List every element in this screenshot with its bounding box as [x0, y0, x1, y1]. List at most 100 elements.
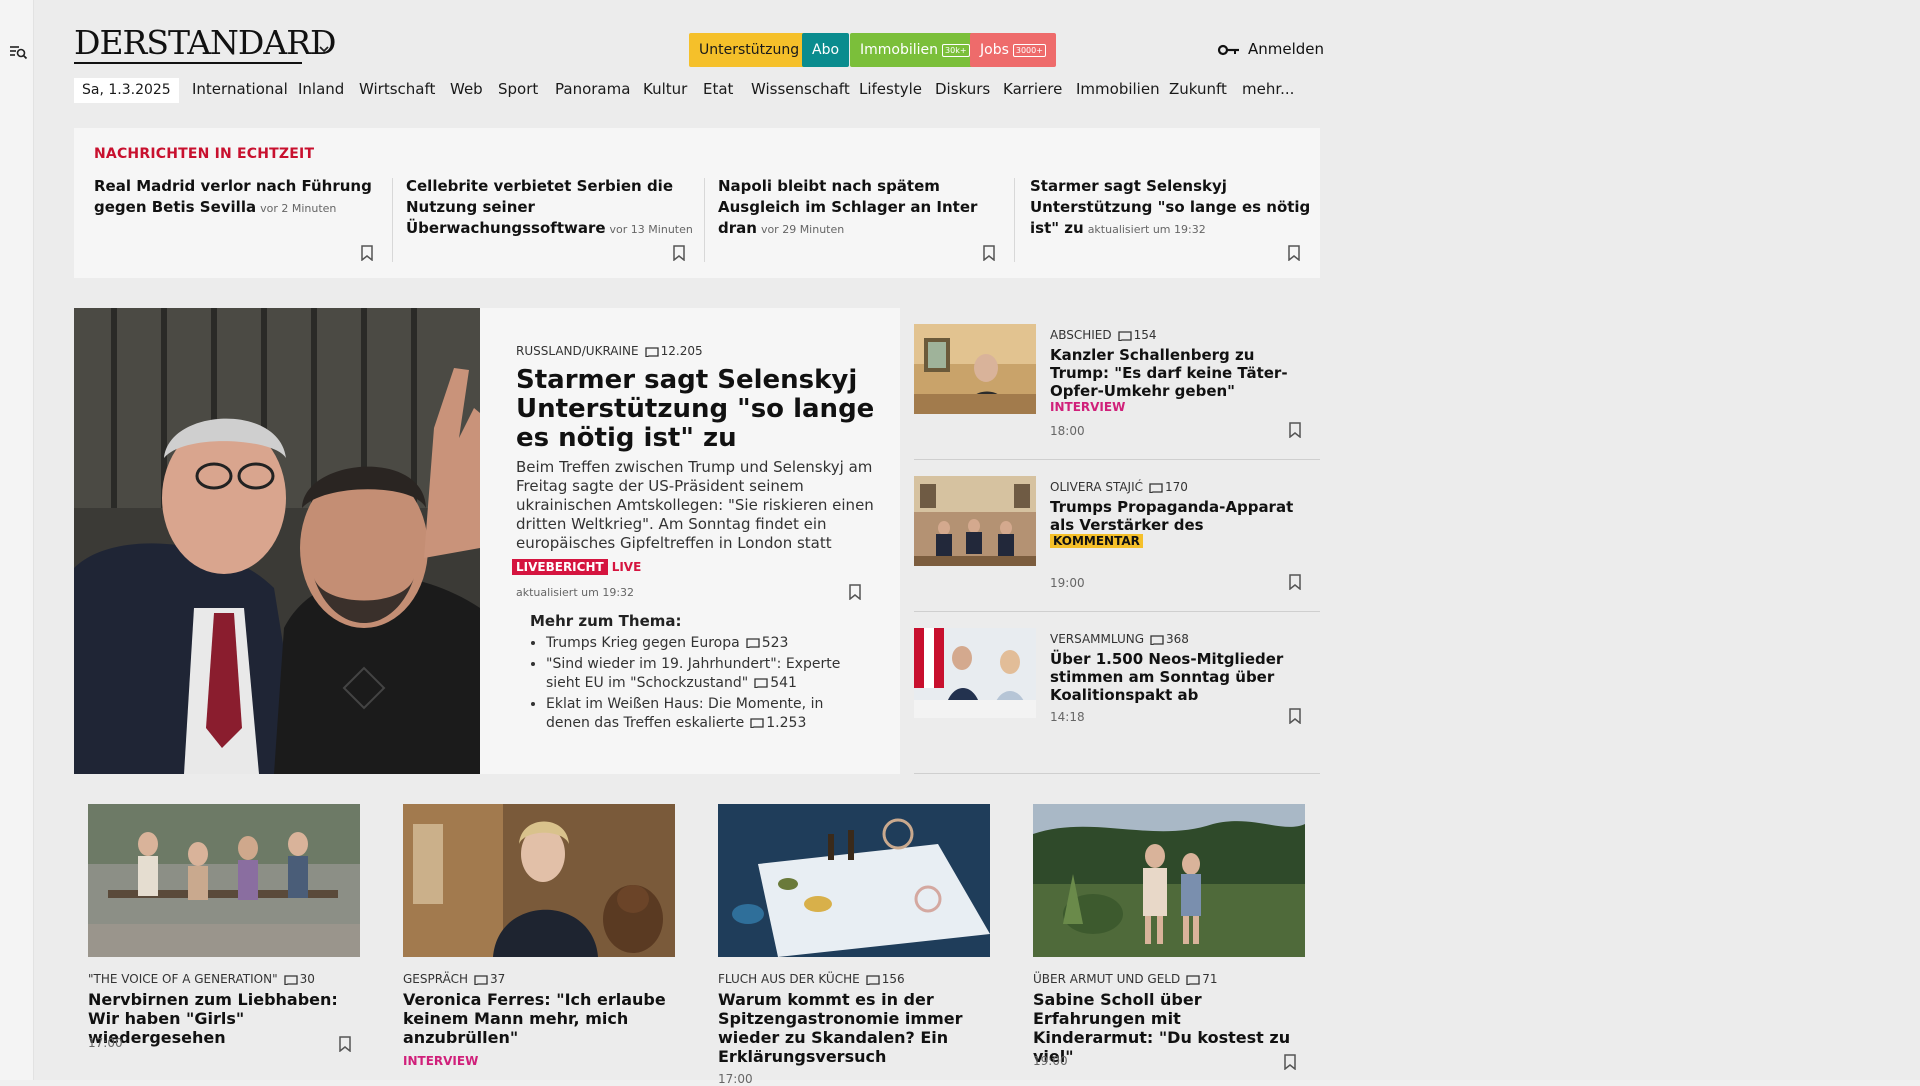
live-badges: LIVEBERICHT LIVE: [512, 559, 642, 575]
nav-wissenschaft[interactable]: Wissenschaft: [751, 80, 850, 98]
key-icon[interactable]: [1217, 42, 1241, 58]
nav-immobilien[interactable]: Immobilien: [1076, 80, 1160, 98]
card-photo-gastronomy[interactable]: [718, 804, 990, 957]
lead-teaser[interactable]: Beim Treffen zwischen Trump und Selensky…: [516, 458, 876, 553]
side-story[interactable]: ABSCHIED 154 Kanzler Schallenberg zu Trum…: [914, 308, 1320, 460]
nav-international[interactable]: International: [192, 80, 288, 98]
page: DERSTANDARD Unterstützung Abo Immobilien…: [34, 0, 1920, 1086]
bookmark-icon[interactable]: [1288, 574, 1302, 590]
left-rail: [0, 0, 34, 1080]
side-story[interactable]: OLIVERA STAJIĆ 170 Trumps Propaganda-Appa…: [914, 460, 1320, 612]
menu-search-icon[interactable]: [8, 42, 28, 62]
comment-icon: [1186, 974, 1200, 985]
comment-icon: [750, 718, 764, 728]
realtime-time: vor 2 Minuten: [260, 202, 337, 215]
subscription-button[interactable]: Abo: [802, 33, 850, 67]
side-story-photo[interactable]: [914, 324, 1036, 414]
card-time: 19:00: [1033, 1054, 1068, 1068]
realtime-item[interactable]: Starmer sagt Selenskyj Unterstützung "so…: [1030, 176, 1320, 240]
nav-sport[interactable]: Sport: [498, 80, 538, 98]
nav-karriere[interactable]: Karriere: [1003, 80, 1062, 98]
card-photo-ferres[interactable]: [403, 804, 675, 957]
comment-icon: [1149, 482, 1163, 493]
divider: [1014, 178, 1015, 262]
lead-story[interactable]: RUSSLAND/UKRAINE 12.205 Starmer sagt Sele…: [74, 308, 900, 774]
card-headline[interactable]: Nervbirnen zum Liebhaben: Wir haben "Gir…: [88, 990, 356, 1047]
card-photo-girls[interactable]: [88, 804, 360, 957]
nav-lifestyle[interactable]: Lifestyle: [859, 80, 922, 98]
lead-updated-time: aktualisiert um 19:32: [516, 586, 635, 599]
bookmark-icon[interactable]: [1288, 708, 1302, 724]
realtime-item[interactable]: Real Madrid verlor nach Führung gegen Be…: [94, 176, 384, 219]
bookmark-icon[interactable]: [848, 584, 862, 600]
teaser-card[interactable]: GESPRÄCH 37 Veronica Ferres: "Ich erlaube…: [403, 804, 675, 1080]
side-story-time: 19:00: [1050, 576, 1085, 590]
bookmark-icon[interactable]: [360, 245, 374, 261]
bookmark-icon[interactable]: [672, 245, 686, 261]
bookmark-icon[interactable]: [1283, 1054, 1297, 1070]
comment-icon: [746, 638, 760, 648]
teaser-card[interactable]: "THE VOICE OF A GENERATION" 30 Nervbirnen…: [88, 804, 360, 1080]
card-time: 17:00: [718, 1072, 753, 1086]
live-label: LIVE: [611, 560, 642, 574]
nav-kultur[interactable]: Kultur: [643, 80, 687, 98]
side-story[interactable]: VERSAMMLUNG 368 Über 1.500 Neos-Mitgliede…: [914, 612, 1320, 774]
jobs-count-badge: 3000+: [1012, 43, 1046, 57]
comment-icon: [644, 346, 659, 357]
bookmark-icon[interactable]: [338, 1036, 352, 1052]
list-item[interactable]: Trumps Krieg gegen Europa523: [546, 634, 870, 653]
chevron-down-icon[interactable]: [318, 43, 330, 55]
nav-wirtschaft[interactable]: Wirtschaft: [359, 80, 435, 98]
bookmark-icon[interactable]: [1287, 245, 1301, 261]
realtime-item[interactable]: Cellebrite verbietet Serbien die Nutzung…: [406, 176, 696, 240]
card-headline[interactable]: Sabine Scholl über Erfahrungen mit Kinde…: [1033, 990, 1301, 1066]
realtime-headline[interactable]: Napoli bleibt nach spätem Ausgleich im S…: [718, 177, 977, 237]
nav-diskurs[interactable]: Diskurs: [935, 80, 990, 98]
bookmark-icon[interactable]: [982, 245, 996, 261]
site-logo[interactable]: DERSTANDARD: [74, 26, 337, 59]
card-time: 17:00: [88, 1036, 123, 1050]
nav-etat[interactable]: Etat: [703, 80, 733, 98]
real-estate-button[interactable]: Immobilien 30k+: [850, 33, 980, 67]
side-story-photo[interactable]: [914, 628, 1036, 718]
nav-panorama[interactable]: Panorama: [555, 80, 630, 98]
card-photo-children[interactable]: [1033, 804, 1305, 957]
lead-comment-count[interactable]: 12.205: [661, 344, 703, 358]
more-on-topic-title: Mehr zum Thema:: [530, 612, 682, 630]
side-story-time: 14:18: [1050, 710, 1085, 724]
comment-icon: [283, 974, 298, 985]
list-item[interactable]: "Sind wieder im 19. Jahrhundert": Expert…: [546, 655, 870, 693]
realtime-item[interactable]: Napoli bleibt nach spätem Ausgleich im S…: [718, 176, 1008, 240]
lead-kicker: RUSSLAND/UKRAINE 12.205: [516, 344, 703, 358]
teaser-card[interactable]: FLUCH AUS DER KÜCHE 156 Warum kommt es in…: [718, 804, 990, 1086]
card-headline[interactable]: Veronica Ferres: "Ich erlaube keinem Man…: [403, 990, 671, 1047]
list-item[interactable]: Eklat im Weißen Haus: Die Momente, in de…: [546, 695, 870, 733]
card-kicker: ÜBER ARMUT UND GELD 71: [1033, 972, 1218, 986]
side-story-headline[interactable]: Kanzler Schallenberg zu Trump: "Es darf …: [1050, 346, 1300, 400]
nav-inland[interactable]: Inland: [298, 80, 344, 98]
support-button[interactable]: Unterstützung: [689, 33, 810, 67]
interview-label: INTERVIEW: [403, 1054, 479, 1068]
bookmark-icon[interactable]: [1288, 422, 1302, 438]
nav-web[interactable]: Web: [450, 80, 483, 98]
side-story-headline[interactable]: Über 1.500 Neos-Mitglieder stimmen am So…: [1050, 650, 1300, 704]
lead-photo-starmer-selenskyj[interactable]: [74, 308, 480, 774]
divider: [704, 178, 705, 262]
side-story-kicker: OLIVERA STAJIĆ 170: [1050, 480, 1188, 494]
comment-icon: [474, 974, 488, 985]
card-kicker: FLUCH AUS DER KÜCHE 156: [718, 972, 905, 986]
card-kicker: GESPRÄCH 37: [403, 972, 506, 986]
jobs-button[interactable]: Jobs 3000+: [970, 33, 1056, 67]
side-story-photo[interactable]: [914, 476, 1036, 566]
login-link[interactable]: Anmelden: [1248, 40, 1324, 58]
comment-icon: [866, 974, 880, 985]
more-on-topic-list: Trumps Krieg gegen Europa523 "Sind wiede…: [530, 634, 870, 735]
teaser-card[interactable]: ÜBER ARMUT UND GELD 71 Sabine Scholl über…: [1033, 804, 1305, 1080]
side-story-kicker: ABSCHIED 154: [1050, 328, 1157, 342]
nav-more[interactable]: mehr...: [1242, 80, 1294, 98]
comment-icon: [1150, 634, 1164, 645]
lead-headline[interactable]: Starmer sagt Selenskyj Unterstützung "so…: [516, 366, 876, 453]
card-headline[interactable]: Warum kommt es in der Spitzengastronomie…: [718, 990, 986, 1066]
nav-zukunft[interactable]: Zukunft: [1169, 80, 1227, 98]
side-story-kicker: VERSAMMLUNG 368: [1050, 632, 1189, 646]
